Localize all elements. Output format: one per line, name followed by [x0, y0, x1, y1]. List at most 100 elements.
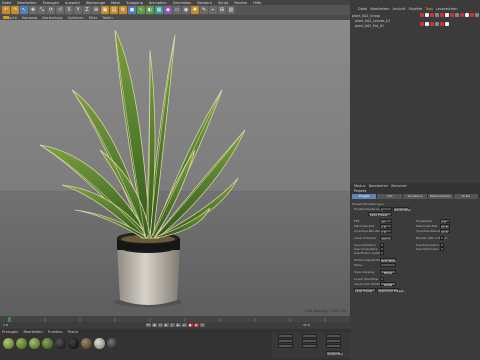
deformer-icon[interactable]: ◆	[164, 6, 172, 14]
go-start-icon[interactable]: ⏮	[145, 323, 151, 327]
prev-key-icon[interactable]: ◀	[151, 323, 157, 327]
autokey-icon[interactable]: ◉	[193, 323, 199, 327]
save-preset-button[interactable]: Speichere Preset...	[376, 288, 406, 293]
clipping-dropdown[interactable]: Mittel	[380, 270, 396, 275]
objmgr-menu-item[interactable]: Objekte	[409, 7, 423, 11]
next-frame-icon[interactable]: ▷	[169, 323, 175, 327]
attribute-menu[interactable]: Modus Bearbeiten Benutzer	[354, 184, 407, 188]
frame-start[interactable]: 0 B	[3, 323, 8, 327]
material-tag-icon[interactable]	[430, 21, 434, 26]
move-icon[interactable]: ✥	[29, 6, 37, 14]
material-tag-icon[interactable]	[425, 13, 429, 17]
tab-dynamics[interactable]: Dynamics	[402, 194, 428, 199]
material-menu-item[interactable]: Textur	[68, 330, 79, 334]
checkbox[interactable]	[380, 277, 384, 281]
prev-frame-icon[interactable]: ◁	[157, 323, 163, 327]
keyframe-icon[interactable]: ?	[199, 323, 205, 327]
material-tag-icon[interactable]	[420, 13, 424, 17]
coord-field-p[interactable]	[326, 339, 341, 343]
menu-item[interactable]: Animation	[149, 1, 167, 5]
light-icon[interactable]: ✹	[191, 6, 199, 14]
coord-field-x[interactable]	[278, 334, 293, 338]
next-key-icon[interactable]: ▶	[175, 323, 181, 327]
play-icon[interactable]: ▶	[163, 323, 169, 327]
tab-todo[interactable]: To Do	[453, 194, 479, 199]
undo-icon[interactable]: ↶	[2, 6, 10, 14]
menu-item[interactable]: Datei	[2, 1, 11, 5]
objmgr-menu-item[interactable]: Datei	[358, 7, 367, 11]
redo-icon[interactable]: ↷	[11, 6, 19, 14]
objmgr-menu-item[interactable]: Ansicht	[393, 7, 406, 11]
render-settings-icon[interactable]: ⚙	[119, 6, 127, 14]
load-preset-button[interactable]: Lade Preset...	[368, 212, 392, 217]
prop-field[interactable]: 0 B	[380, 224, 392, 229]
axis-z-icon[interactable]: Z	[83, 6, 91, 14]
tab-projekt[interactable]: Projekt	[352, 194, 377, 199]
render-picture-icon[interactable]: ▤	[110, 6, 118, 14]
material-tag-icon[interactable]	[450, 13, 454, 17]
material-tag-icon[interactable]	[440, 13, 444, 17]
material-ball[interactable]	[94, 338, 105, 349]
checkbox[interactable]	[440, 247, 444, 251]
material-ball[interactable]	[68, 338, 79, 349]
menu-item[interactable]: Mesh	[111, 1, 120, 5]
apply-button[interactable]: Anwenden	[326, 351, 343, 356]
checkbox[interactable]	[380, 251, 384, 255]
prop-field[interactable]: 0 B	[380, 229, 392, 234]
unit-dropdown[interactable]: Zentimeter	[392, 207, 411, 212]
material-tag-icon[interactable]	[435, 21, 439, 26]
menu-item[interactable]: Werkzeuge	[86, 1, 105, 5]
material-tag-icon[interactable]	[460, 13, 464, 17]
material-tag-icon[interactable]	[455, 13, 459, 17]
material-menu-item[interactable]: Erzeugen	[2, 330, 18, 334]
menu-item[interactable]: Auswahl	[65, 1, 80, 5]
material-tag-icon[interactable]	[435, 13, 439, 17]
viewport-menu-item[interactable]: Filter	[89, 16, 98, 20]
layout-icon[interactable]: ▥	[227, 6, 235, 14]
material-ball[interactable]	[81, 338, 92, 349]
material-tag-icon[interactable]	[420, 21, 424, 26]
material-ball[interactable]	[29, 338, 40, 349]
viewport-menu-item[interactable]: Tafeln	[102, 16, 112, 20]
viewport-menu-item[interactable]: Optionen	[68, 16, 84, 20]
tab-referenzieren[interactable]: Referenzieren	[428, 194, 453, 199]
scale-icon[interactable]: ⤡	[38, 6, 46, 14]
tool-icon[interactable]: ✎	[200, 6, 208, 14]
array-icon[interactable]: ▦	[155, 6, 163, 14]
material-ball[interactable]	[42, 338, 53, 349]
material-ball[interactable]	[55, 338, 66, 349]
nurbs-icon[interactable]: ◐	[146, 6, 154, 14]
menu-item[interactable]: Bearbeiten	[17, 1, 36, 5]
coord-field-z[interactable]	[278, 344, 293, 348]
menu-item[interactable]: Hilfe	[253, 1, 261, 5]
record-icon[interactable]: ●	[187, 323, 193, 327]
prop-field[interactable]: 90 B	[440, 229, 450, 234]
material-ball[interactable]	[107, 338, 118, 349]
frame-end[interactable]: 90 B	[303, 323, 310, 327]
material-tag-icon[interactable]	[465, 13, 469, 17]
checkbox[interactable]	[440, 236, 444, 240]
coord-field-y[interactable]	[278, 339, 293, 343]
3d-viewport[interactable]: Grid Spacing : 1000 cm	[0, 20, 350, 316]
coord-field-h[interactable]	[326, 334, 341, 338]
camera-icon[interactable]: ◉	[182, 6, 190, 14]
go-end-icon[interactable]: ⏭	[181, 323, 187, 327]
material-menu-item[interactable]: Bearbeiten	[23, 330, 42, 334]
render-view-icon[interactable]: ▣	[101, 6, 109, 14]
menu-item[interactable]: Fenster	[234, 1, 247, 5]
material-tag-icon[interactable]	[470, 13, 474, 17]
viewport-menu-item[interactable]: Kameras	[22, 16, 37, 20]
prop-field[interactable]: 30	[380, 219, 392, 224]
spline-icon[interactable]: ∿	[137, 6, 145, 14]
tab-info[interactable]: Info	[377, 194, 402, 199]
snap-icon[interactable]: ⊞	[218, 6, 226, 14]
prop-field[interactable]: 100 %	[380, 236, 392, 241]
material-ball[interactable]	[3, 338, 14, 349]
viewport-menu-item[interactable]: Darstellung	[42, 16, 62, 20]
coord-system-icon[interactable]: ⊕	[92, 6, 100, 14]
menu-item[interactable]: Snapping	[126, 1, 142, 5]
load-preset-button-2[interactable]: Lade Preset...	[354, 288, 376, 293]
select-icon[interactable]: ↖	[20, 6, 28, 14]
objmgr-menu-item[interactable]: Bearbeiten	[370, 7, 389, 11]
material-tag-icon[interactable]	[430, 13, 434, 17]
